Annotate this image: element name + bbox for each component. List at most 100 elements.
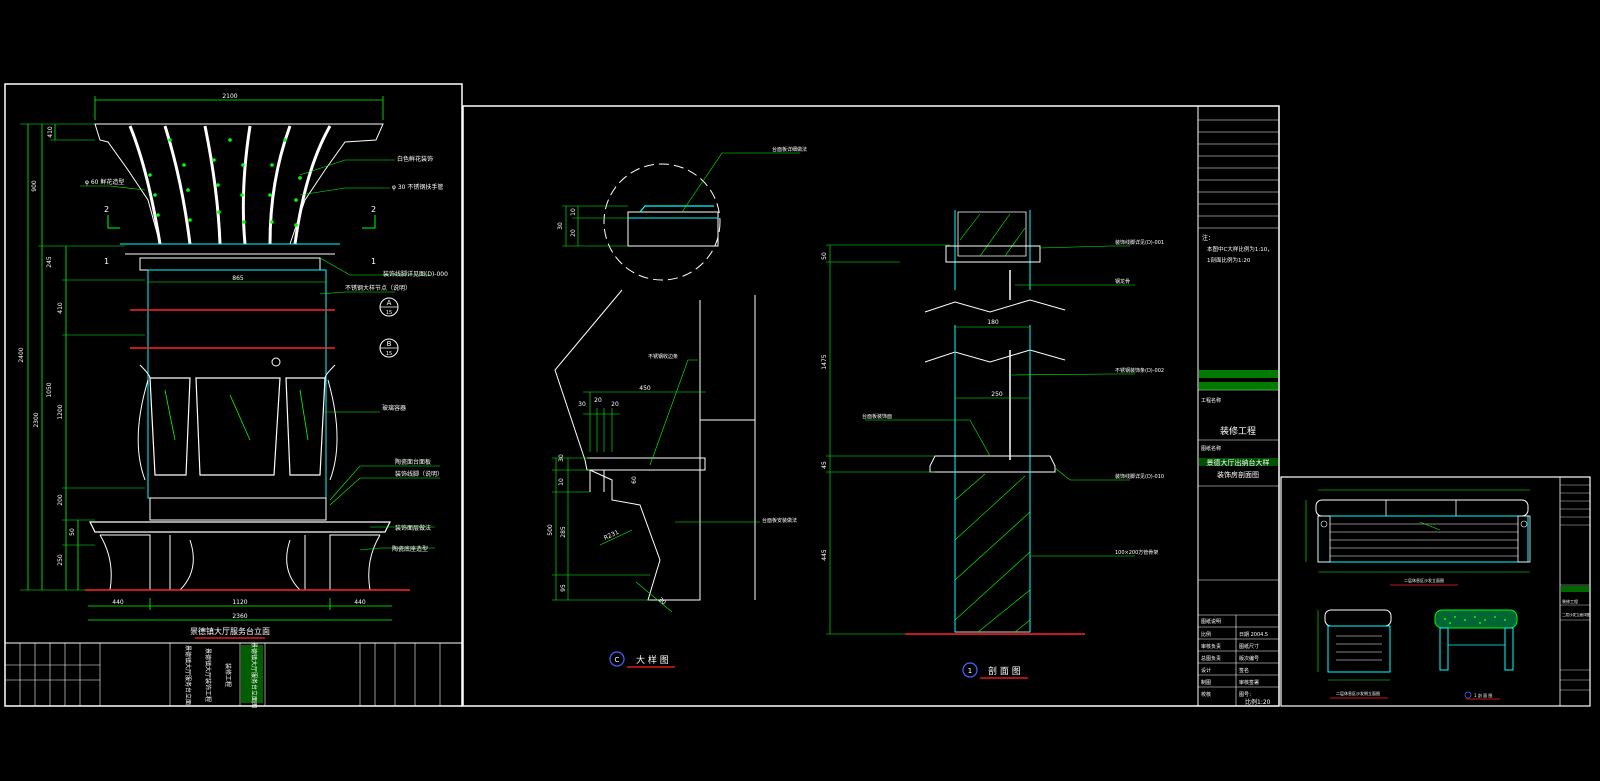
tb-row-6a: 校核	[1201, 691, 1211, 698]
dim-c-20: 20	[570, 229, 577, 237]
tb-row-3a: 总图负责	[1201, 655, 1221, 662]
tb1-text-4: 景德镇大厅服务台立面图	[250, 642, 258, 708]
dim-c-30: 30	[557, 222, 564, 230]
sheet-1-elevation: 2100 900 2400 2300 1050 410 245 1200 410…	[4, 83, 463, 708]
callout-a-ref: 15	[386, 310, 392, 316]
label-6: 玻璃容器	[382, 404, 406, 412]
tb3-text-2: 二层沙发立面详图	[1562, 612, 1590, 617]
sofa-front-label: 二层休息区沙发立面图	[1404, 577, 1444, 583]
dim-245: 245	[46, 256, 53, 268]
tb3-text-1: 装修工程	[1562, 598, 1578, 604]
detail-label-1: 台面板详细做法	[772, 146, 807, 153]
tb-note-1: 本图中C大样比例为1:10，	[1207, 245, 1273, 253]
detail-label-2: 不锈钢收边条	[648, 353, 678, 360]
dim-small-2: 200	[57, 494, 64, 506]
tb-project: 装修工程	[1220, 425, 1256, 437]
dim-410: 410	[57, 302, 64, 314]
dim-865: 865	[232, 275, 244, 282]
dim-c-30d: 30	[657, 596, 667, 606]
dim-900: 900	[31, 180, 38, 192]
label-5: 不锈钢大样节点（说明）	[345, 284, 411, 292]
label-10: 陶瓷底座造型	[392, 545, 428, 553]
section-mark-1: 2	[104, 205, 109, 214]
dim-bottom-1: 440	[112, 599, 124, 606]
dim-s-45: 45	[821, 461, 828, 469]
dim-c-10: 10	[570, 208, 577, 216]
dim-bottom-3: 440	[354, 599, 366, 606]
tb-row-2a: 审核负责	[1201, 643, 1221, 650]
dim-total: 2360	[232, 613, 247, 620]
tb-row-5a: 制图	[1201, 679, 1211, 686]
sheet-3-sofa: 装修工程 二层沙发立面详图 二层休息区沙发立面图 二层休息区沙发侧立面图 1 剖…	[1280, 476, 1591, 707]
dim-small-4: 250	[57, 554, 64, 566]
dim-small-1: 410	[47, 126, 54, 138]
dim-c-285: 285	[560, 526, 567, 538]
dim-top: 2100	[222, 93, 237, 100]
section-title: 剖 面 图	[988, 665, 1021, 677]
dim-1200: 1200	[57, 404, 64, 419]
section-label-6: 100×200方管骨架	[1115, 549, 1158, 556]
sofa-side-label: 二层休息区沙发侧立面图	[1336, 690, 1380, 696]
dim-c-30b: 30	[578, 401, 586, 408]
label-9: 装饰面层做法	[395, 524, 431, 532]
dim-s-180: 180	[987, 319, 999, 326]
tb-row-3b: 版次编号	[1239, 655, 1259, 662]
section-label-2: 钢龙骨	[1115, 278, 1130, 285]
label-3: 装饰线脚详见图(D)-000	[383, 270, 448, 278]
sheet-3-border	[1280, 476, 1591, 707]
callout-a: A	[387, 299, 392, 307]
dim-bottom-2: 1120	[232, 599, 247, 606]
dim-s-50: 50	[821, 252, 828, 260]
sheet-2-details: 台面板详细做法 30 10 20 450 30 20 20 不锈钢收边条 台面板…	[462, 105, 1280, 707]
dim-c-500: 500	[547, 524, 554, 536]
tb-row-1b: 日期 2004.5	[1239, 632, 1268, 638]
section-mark-4: 1	[371, 257, 376, 266]
tb-row-1a: 比例	[1201, 631, 1211, 638]
tb-drawing-2: 装饰房剖面图	[1217, 470, 1259, 479]
dim-small-3: 50	[69, 528, 76, 536]
detail-label-3: 台面板安装做法	[762, 517, 797, 524]
detail-title: 大 样 图	[636, 654, 669, 666]
cad-drawing-canvas: 2100 900 2400 2300 1050 410 245 1200 410…	[4, 83, 1591, 708]
sofa-detail-label: 1 剖 面 图	[1474, 692, 1492, 698]
dim-2300: 2300	[33, 412, 40, 427]
tb-drawing-head: 图纸名称	[1201, 445, 1221, 452]
label-1: 白色鲜花装饰	[397, 155, 433, 163]
section-label-3: 不锈钢装饰条(D)-002	[1115, 367, 1164, 374]
dim-c-30c: 30	[558, 454, 565, 462]
tb1-text-3: 装修工程	[224, 663, 232, 687]
tb-sign-head: 图纸说明	[1201, 618, 1221, 625]
tb-note-2: 1剖面比例为1:20	[1207, 256, 1251, 264]
section-mark-2: 2	[371, 205, 376, 214]
dim-c-20b: 20	[594, 397, 602, 404]
section-mark: 1	[968, 667, 972, 675]
label-4: φ 60 鲜花造型	[85, 178, 124, 186]
tb-scale: 比例1:20	[1245, 698, 1271, 706]
tb-row-5b: 审核签署	[1239, 679, 1259, 686]
dim-s-1475: 1475	[821, 354, 828, 369]
dim-c-450: 450	[639, 385, 651, 392]
tb1-text-1: 景德镇大厅服务台立面	[184, 645, 192, 705]
section-label-4: 台面板装饰面	[862, 413, 892, 420]
section-label-5: 装饰线脚详见(D)-010	[1115, 473, 1164, 480]
section-mark-3: 1	[104, 257, 109, 266]
dim-c-95: 95	[560, 584, 567, 592]
tb-row-4b: 签名	[1239, 667, 1249, 674]
tb-note-head: 注：	[1202, 234, 1214, 242]
sheet-1-title: 景德镇大厅服务台立面	[190, 626, 270, 636]
tb-row-4a: 设计	[1201, 667, 1211, 674]
dim-1050: 1050	[46, 382, 53, 397]
dim-c-20c: 20	[611, 401, 619, 408]
detail-mark: C	[615, 656, 620, 664]
dim-c-60: 60	[631, 476, 638, 484]
dim-s-250: 250	[991, 391, 1003, 398]
label-2: φ 30 不锈钢扶手管	[392, 183, 443, 191]
section-label-1: 装饰线脚详见(D)-001	[1115, 239, 1164, 246]
dim-c-10b: 10	[558, 478, 565, 486]
callout-b: B	[387, 340, 392, 348]
dim-s-445: 445	[821, 549, 828, 561]
label-8: 装饰线脚（说明）	[395, 470, 443, 478]
tb-row-2b: 图纸尺寸	[1239, 643, 1259, 650]
tb-drawing-1: 景德大厅出纳台大样	[1207, 458, 1270, 467]
label-7: 陶瓷面台面板	[395, 458, 431, 466]
